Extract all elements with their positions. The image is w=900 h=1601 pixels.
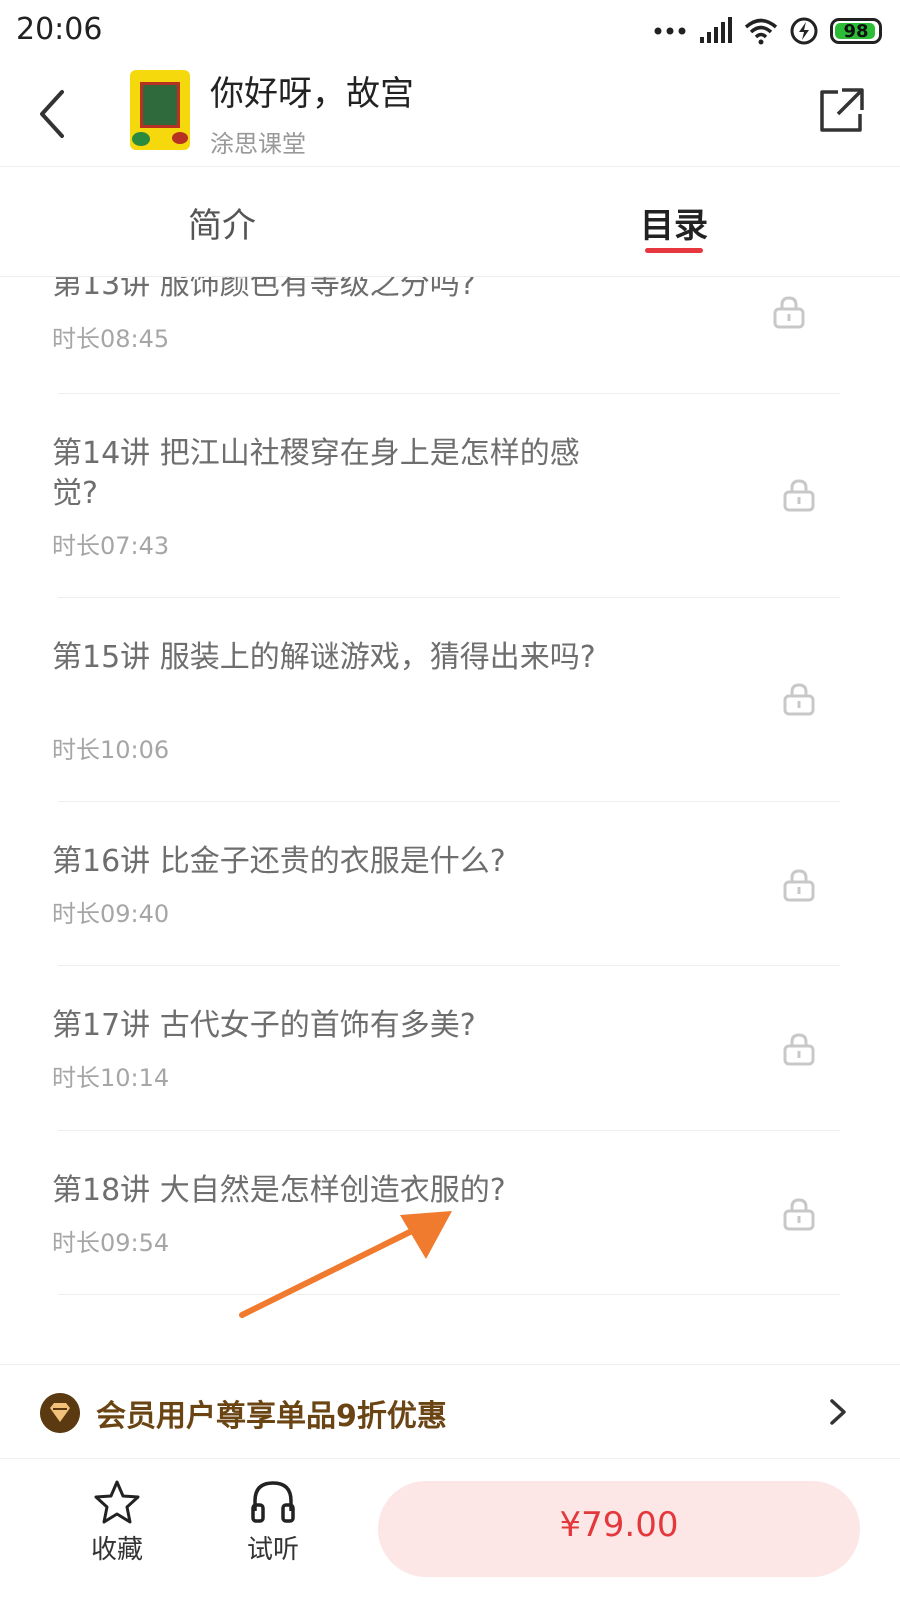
annotation-arrow bbox=[239, 1211, 452, 1318]
favorite-label: 收藏 bbox=[90, 1535, 143, 1565]
lock-icon bbox=[783, 1198, 815, 1231]
lock-icon bbox=[773, 296, 805, 329]
lesson-duration: 时长09:40 bbox=[52, 900, 170, 928]
cover-decoration bbox=[172, 132, 188, 144]
trial-listen-button[interactable]: 试听 bbox=[218, 1479, 328, 1566]
promo-text: 会员用户尊享单品9折优惠 bbox=[96, 1399, 447, 1434]
lesson-duration: 时长08:45 bbox=[52, 325, 170, 353]
header: 你好呀，故宫 涂思课堂 bbox=[0, 62, 900, 167]
list-item[interactable]: 第14讲 把江山社稷穿在身上是怎样的感觉? 时长07:43 bbox=[0, 394, 900, 597]
price-label: ¥79.00 bbox=[559, 1505, 679, 1545]
lesson-duration: 时长09:54 bbox=[52, 1229, 170, 1257]
lesson-title: 第14讲 把江山社稷穿在身上是怎样的感觉? bbox=[52, 436, 580, 511]
course-cover-image bbox=[130, 70, 190, 150]
share-icon[interactable] bbox=[816, 86, 866, 136]
wifi-icon bbox=[744, 18, 778, 45]
charging-icon bbox=[790, 17, 818, 45]
lesson-duration: 时长10:06 bbox=[52, 736, 170, 764]
lesson-duration: 时长10:14 bbox=[52, 1064, 170, 1092]
member-promo-bar[interactable]: 会员用户尊享单品9折优惠 bbox=[0, 1364, 900, 1459]
lesson-title: 第13讲 服饰颜色有等级之分吗? bbox=[52, 277, 476, 302]
status-time: 20:06 bbox=[16, 12, 103, 47]
lesson-title: 第16讲 比金子还贵的衣服是什么? bbox=[52, 844, 506, 879]
favorite-button[interactable]: 收藏 bbox=[62, 1479, 172, 1566]
list-item[interactable]: 第17讲 古代女子的首饰有多美? 时长10:14 bbox=[0, 966, 900, 1130]
lesson-list: 第13讲 服饰颜色有等级之分吗? 时长08:45 第14讲 把江山社稷穿在身上是… bbox=[0, 277, 900, 1365]
active-tab-indicator bbox=[645, 248, 703, 253]
lesson-duration: 时长07:43 bbox=[52, 532, 170, 560]
battery-level: 98 bbox=[843, 20, 869, 42]
tab-bar: 简介 目录 bbox=[0, 166, 900, 277]
lock-icon bbox=[783, 479, 815, 512]
listen-label: 试听 bbox=[246, 1535, 299, 1565]
headphones-icon bbox=[251, 1481, 295, 1523]
more-dots-icon bbox=[654, 27, 686, 35]
list-item[interactable]: 第15讲 服装上的解谜游戏，猜得出来吗? 时长10:06 bbox=[0, 598, 900, 801]
status-icons: 98 bbox=[654, 14, 882, 48]
battery-icon: 98 bbox=[830, 18, 882, 44]
page-title: 你好呀，故宫 bbox=[210, 74, 414, 114]
back-arrow-icon[interactable] bbox=[30, 84, 80, 144]
lesson-title: 第17讲 古代女子的首饰有多美? bbox=[52, 1008, 476, 1043]
lock-icon bbox=[783, 683, 815, 716]
cover-decoration bbox=[132, 132, 150, 146]
course-author: 涂思课堂 bbox=[210, 130, 306, 158]
signal-icon bbox=[700, 17, 732, 43]
star-icon bbox=[94, 1480, 140, 1524]
status-bar: 20:06 98 bbox=[0, 0, 900, 62]
buy-button[interactable]: ¥79.00 bbox=[378, 1481, 860, 1577]
lock-icon bbox=[783, 869, 815, 902]
lock-icon bbox=[783, 1033, 815, 1066]
vip-diamond-icon bbox=[40, 1393, 80, 1433]
bottom-action-bar: 收藏 试听 ¥79.00 bbox=[0, 1458, 900, 1601]
list-item[interactable]: 第16讲 比金子还贵的衣服是什么? 时长09:40 bbox=[0, 802, 900, 965]
tab-catalog[interactable]: 目录 bbox=[640, 198, 708, 247]
tab-intro[interactable]: 简介 bbox=[188, 198, 256, 247]
cover-frame bbox=[140, 82, 180, 128]
chevron-right-icon bbox=[830, 1399, 846, 1425]
lesson-title: 第15讲 服装上的解谜游戏，猜得出来吗? bbox=[52, 640, 596, 675]
list-item[interactable]: 第13讲 服饰颜色有等级之分吗? 时长08:45 bbox=[0, 277, 900, 394]
